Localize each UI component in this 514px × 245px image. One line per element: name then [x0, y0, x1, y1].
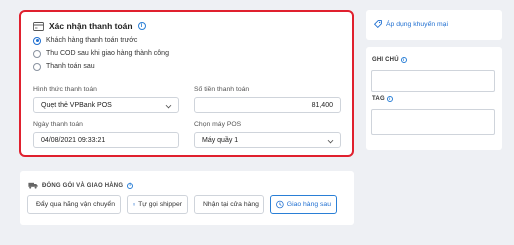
- shipping-title: ĐÓNG GÓI VÀ GIAO HÀNG: [42, 182, 124, 189]
- payment-date-label: Ngày thanh toán: [33, 121, 83, 128]
- info-icon[interactable]: i: [400, 57, 407, 63]
- apply-promotion-link[interactable]: Áp dụng khuyến mại: [374, 20, 448, 28]
- ship-option-label: Đẩy qua hãng vận chuyển: [36, 201, 115, 208]
- payment-option-label: Thu COD sau khi giao hàng thành công: [46, 50, 169, 57]
- payment-date-value: 04/08/2021 09:33:21: [41, 136, 106, 144]
- payment-method-label: Hình thức thanh toán: [33, 86, 97, 93]
- clock-icon: [276, 200, 284, 209]
- ship-option-carrier[interactable]: Đẩy qua hãng vận chuyển: [27, 195, 121, 214]
- ship-option-label: Nhận tại cửa hàng: [203, 201, 259, 208]
- pin-icon: [133, 203, 136, 206]
- payment-amount-value: 81,400: [311, 101, 333, 109]
- pos-machine-select[interactable]: Máy quầy 1: [194, 132, 341, 148]
- tag-input[interactable]: [371, 109, 495, 135]
- payment-title: Xác nhận thanh toán: [49, 21, 133, 31]
- pos-machine-label: Chọn máy POS: [194, 121, 242, 128]
- tag-header: TAG i: [372, 96, 393, 102]
- payment-amount-label: Số tiền thanh toán: [194, 86, 250, 93]
- payment-option-cod[interactable]: Thu COD sau khi giao hàng thành công: [33, 48, 169, 59]
- payment-confirmation-panel: Xác nhận thanh toán i Khách hàng thanh t…: [19, 10, 354, 157]
- ship-option-label: Giao hàng sau: [286, 201, 331, 208]
- pos-machine-value: Máy quầy 1: [202, 136, 239, 144]
- apply-promotion-label: Áp dụng khuyến mại: [386, 20, 448, 28]
- ship-option-label: Tự gọi shipper: [138, 201, 182, 208]
- chevron-down-icon: [327, 137, 334, 144]
- info-icon[interactable]: i: [137, 22, 146, 30]
- note-header: GHI CHÚ i: [372, 57, 407, 63]
- notes-panel: GHI CHÚ i TAG i: [366, 47, 502, 150]
- tag-label: TAG: [372, 96, 385, 102]
- truck-icon: [28, 182, 38, 189]
- payment-option-label: Khách hàng thanh toán trước: [46, 37, 138, 44]
- payment-card-icon: [33, 21, 44, 31]
- radio-icon[interactable]: [33, 49, 41, 58]
- note-textarea[interactable]: [371, 70, 495, 92]
- promotion-panel: Áp dụng khuyến mại: [366, 10, 502, 40]
- payment-header: Xác nhận thanh toán i: [33, 19, 146, 33]
- radio-selected-icon[interactable]: [33, 36, 41, 45]
- payment-option-later[interactable]: Thanh toán sau: [33, 61, 95, 72]
- payment-option-prepaid[interactable]: Khách hàng thanh toán trước: [33, 35, 137, 46]
- payment-method-value: Quẹt thẻ VPBank POS: [41, 101, 112, 109]
- payment-date-input[interactable]: 04/08/2021 09:33:21: [33, 132, 179, 148]
- shipping-header: ĐÓNG GÓI VÀ GIAO HÀNG i: [28, 182, 134, 189]
- info-icon[interactable]: i: [386, 96, 393, 102]
- note-label: GHI CHÚ: [372, 57, 399, 63]
- payment-method-select[interactable]: Quẹt thẻ VPBank POS: [33, 97, 179, 113]
- payment-option-label: Thanh toán sau: [46, 63, 95, 70]
- radio-icon[interactable]: [33, 62, 41, 71]
- ship-option-store-pickup[interactable]: Nhận tại cửa hàng: [194, 195, 264, 214]
- tag-icon: [374, 20, 382, 28]
- chevron-down-icon: [165, 102, 172, 109]
- ship-option-self-shipper[interactable]: Tự gọi shipper: [127, 195, 188, 214]
- ship-option-deliver-later[interactable]: Giao hàng sau: [270, 195, 337, 214]
- info-icon[interactable]: i: [127, 182, 134, 189]
- payment-amount-input[interactable]: 81,400: [194, 97, 341, 113]
- shipping-panel: ĐÓNG GÓI VÀ GIAO HÀNG i Đẩy qua hãng vận…: [20, 171, 354, 225]
